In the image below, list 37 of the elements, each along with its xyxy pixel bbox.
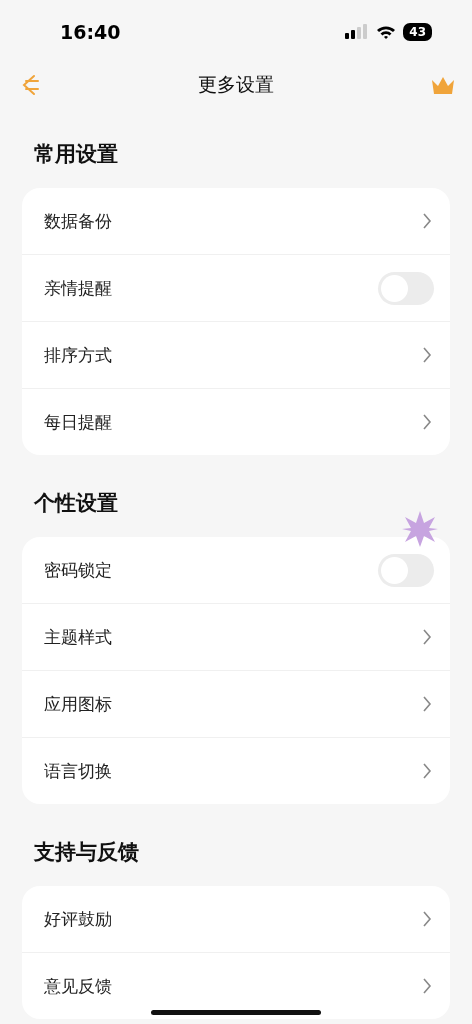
chevron-icon — [422, 977, 432, 995]
row-label: 密码锁定 — [44, 558, 112, 582]
chevron-icon — [422, 346, 432, 364]
row-label: 数据备份 — [44, 209, 112, 233]
chevron-icon — [422, 762, 432, 780]
row-label: 每日提醒 — [44, 410, 112, 434]
battery-indicator: 43 — [403, 23, 432, 41]
row-label: 亲情提醒 — [44, 276, 112, 300]
chevron-icon — [422, 628, 432, 646]
settings-row[interactable]: 语言切换 — [22, 737, 450, 804]
settings-row[interactable]: 主题样式 — [22, 603, 450, 670]
signal-icon — [345, 24, 370, 40]
row-label: 排序方式 — [44, 343, 112, 367]
wifi-icon — [376, 24, 397, 40]
chevron-icon — [422, 413, 432, 431]
row-label: 语言切换 — [44, 759, 112, 783]
row-label: 好评鼓励 — [44, 907, 112, 931]
settings-row[interactable]: 密码锁定 — [22, 537, 450, 603]
settings-row[interactable]: 数据备份 — [22, 188, 450, 254]
settings-row[interactable]: 亲情提醒 — [22, 254, 450, 321]
status-time: 16:40 — [60, 21, 121, 43]
page-title: 更多设置 — [198, 72, 274, 97]
settings-row[interactable]: 好评鼓励 — [22, 886, 450, 952]
chevron-icon — [422, 910, 432, 928]
back-icon[interactable] — [20, 73, 42, 97]
row-label: 主题样式 — [44, 625, 112, 649]
section-title: 个性设置 — [33, 490, 119, 517]
row-label: 意见反馈 — [44, 974, 112, 998]
section-title: 支持与反馈 — [33, 839, 140, 866]
settings-row[interactable]: 应用图标 — [22, 670, 450, 737]
settings-row[interactable]: 排序方式 — [22, 321, 450, 388]
settings-row[interactable]: 每日提醒 — [22, 388, 450, 455]
section-title: 常用设置 — [33, 141, 119, 168]
sparkle-icon — [401, 510, 439, 548]
chevron-icon — [422, 212, 432, 230]
chevron-icon — [422, 695, 432, 713]
row-label: 应用图标 — [44, 692, 112, 716]
